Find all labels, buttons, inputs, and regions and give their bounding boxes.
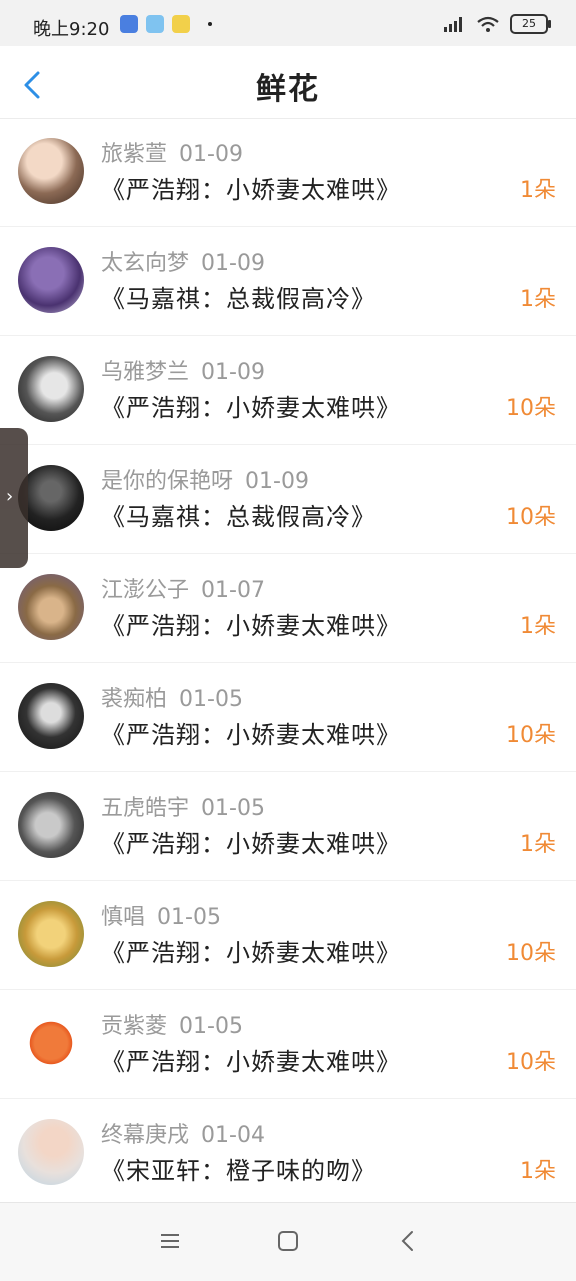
- gift-date: 01-05: [179, 687, 243, 712]
- sender-name: 贡紫菱 01-05: [101, 1008, 243, 1040]
- book-title[interactable]: 《严浩翔：小娇妻太难哄》: [101, 933, 401, 968]
- menu-icon[interactable]: [156, 1227, 184, 1255]
- sender-name: 是你的保艳呀 01-09: [101, 463, 309, 495]
- flower-count: 1朵: [520, 832, 556, 857]
- sender-name: 慎唱 01-05: [101, 899, 221, 931]
- gift-date: 01-09: [179, 142, 243, 167]
- book-title[interactable]: 《马嘉祺：总裁假高冷》: [101, 279, 376, 314]
- floating-side-handle[interactable]: ›: [0, 428, 28, 568]
- sender-name-text: 是你的保艳呀: [101, 469, 234, 494]
- avatar[interactable]: [18, 356, 84, 422]
- home-icon[interactable]: [274, 1227, 302, 1255]
- list-item[interactable]: 是你的保艳呀 01-09 《马嘉祺：总裁假高冷》 10朵: [0, 445, 576, 554]
- page-title: 鲜花: [256, 72, 320, 107]
- avatar[interactable]: [18, 1119, 84, 1185]
- book-title[interactable]: 《严浩翔：小娇妻太难哄》: [101, 388, 401, 423]
- sender-name-text: 贡紫菱: [101, 1014, 168, 1039]
- flower-count: 10朵: [506, 1050, 556, 1075]
- flower-count: 10朵: [506, 723, 556, 748]
- flower-count: 1朵: [520, 287, 556, 312]
- book-title[interactable]: 《严浩翔：小娇妻太难哄》: [101, 170, 401, 205]
- app-notification-icon: [120, 15, 138, 33]
- gift-date: 01-05: [201, 796, 265, 821]
- sender-name-text: 终幕庚戌: [101, 1123, 190, 1148]
- sender-name-text: 裘痴柏: [101, 687, 168, 712]
- system-nav-bar: [0, 1202, 576, 1281]
- flower-count: 10朵: [506, 505, 556, 530]
- list-item[interactable]: 乌雅梦兰 01-09 《严浩翔：小娇妻太难哄》 10朵: [0, 336, 576, 445]
- sender-name-text: 江澎公子: [101, 578, 190, 603]
- list-item[interactable]: 江澎公子 01-07 《严浩翔：小娇妻太难哄》 1朵: [0, 554, 576, 663]
- list-item[interactable]: 五虎皓宇 01-05 《严浩翔：小娇妻太难哄》 1朵: [0, 772, 576, 881]
- avatar[interactable]: [18, 574, 84, 640]
- list-item[interactable]: 慎唱 01-05 《严浩翔：小娇妻太难哄》 10朵: [0, 881, 576, 990]
- book-title[interactable]: 《严浩翔：小娇妻太难哄》: [101, 824, 401, 859]
- book-title[interactable]: 《宋亚轩：橙子味的吻》: [101, 1151, 376, 1186]
- book-title[interactable]: 《严浩翔：小娇妻太难哄》: [101, 606, 401, 641]
- app-notification-icon: [172, 15, 190, 33]
- book-title[interactable]: 《严浩翔：小娇妻太难哄》: [101, 1042, 401, 1077]
- flower-count: 10朵: [506, 396, 556, 421]
- avatar[interactable]: [18, 247, 84, 313]
- app-header: 鲜花: [0, 46, 576, 119]
- gift-date: 01-09: [201, 360, 265, 385]
- avatar[interactable]: [18, 138, 84, 204]
- avatar[interactable]: [18, 1010, 84, 1076]
- gift-date: 01-04: [201, 1123, 265, 1148]
- wifi-icon: [477, 16, 499, 32]
- sender-name: 五虎皓宇 01-05: [101, 790, 265, 822]
- list-item[interactable]: 终幕庚戌 01-04 《宋亚轩：橙子味的吻》 1朵: [0, 1099, 576, 1208]
- list-item[interactable]: 旅紫萱 01-09 《严浩翔：小娇妻太难哄》 1朵: [0, 118, 576, 227]
- sender-name: 太玄向梦 01-09: [101, 245, 265, 277]
- list-item[interactable]: 贡紫菱 01-05 《严浩翔：小娇妻太难哄》 10朵: [0, 990, 576, 1099]
- book-title[interactable]: 《马嘉祺：总裁假高冷》: [101, 497, 376, 532]
- gift-date: 01-05: [157, 905, 221, 930]
- avatar[interactable]: [18, 792, 84, 858]
- app-notification-icon: [146, 15, 164, 33]
- sender-name-text: 慎唱: [101, 905, 146, 930]
- gift-date: 01-07: [201, 578, 265, 603]
- flower-count: 1朵: [520, 1159, 556, 1184]
- notification-icons: [120, 15, 212, 33]
- sender-name-text: 太玄向梦: [101, 251, 190, 276]
- flower-count: 1朵: [520, 614, 556, 639]
- flower-count: 1朵: [520, 178, 556, 203]
- sender-name-text: 五虎皓宇: [101, 796, 190, 821]
- sender-name: 裘痴柏 01-05: [101, 681, 243, 713]
- sender-name: 江澎公子 01-07: [101, 572, 265, 604]
- flower-list: 旅紫萱 01-09 《严浩翔：小娇妻太难哄》 1朵 太玄向梦 01-09 《马嘉祺：…: [0, 118, 576, 1208]
- sender-name: 旅紫萱 01-09: [101, 136, 243, 168]
- avatar[interactable]: [18, 683, 84, 749]
- flower-count: 10朵: [506, 941, 556, 966]
- sender-name: 终幕庚戌 01-04: [101, 1117, 265, 1149]
- sender-name: 乌雅梦兰 01-09: [101, 354, 265, 386]
- status-right: 25: [444, 14, 551, 34]
- gift-date: 01-09: [201, 251, 265, 276]
- back-nav-icon[interactable]: [394, 1227, 422, 1255]
- battery-icon: 25: [510, 14, 551, 34]
- avatar[interactable]: [18, 901, 84, 967]
- sender-name-text: 乌雅梦兰: [101, 360, 190, 385]
- chevron-right-icon: ›: [6, 486, 14, 507]
- list-item[interactable]: 太玄向梦 01-09 《马嘉祺：总裁假高冷》 1朵: [0, 227, 576, 336]
- status-bar: 晚上9:20 25: [0, 0, 576, 46]
- gift-date: 01-05: [179, 1014, 243, 1039]
- status-time: 晚上9:20: [33, 19, 110, 40]
- list-item[interactable]: 裘痴柏 01-05 《严浩翔：小娇妻太难哄》 10朵: [0, 663, 576, 772]
- sender-name-text: 旅紫萱: [101, 142, 168, 167]
- book-title[interactable]: 《严浩翔：小娇妻太难哄》: [101, 715, 401, 750]
- gift-date: 01-09: [245, 469, 309, 494]
- signal-icon: [444, 17, 462, 32]
- more-notifications-dot-icon: [208, 22, 212, 26]
